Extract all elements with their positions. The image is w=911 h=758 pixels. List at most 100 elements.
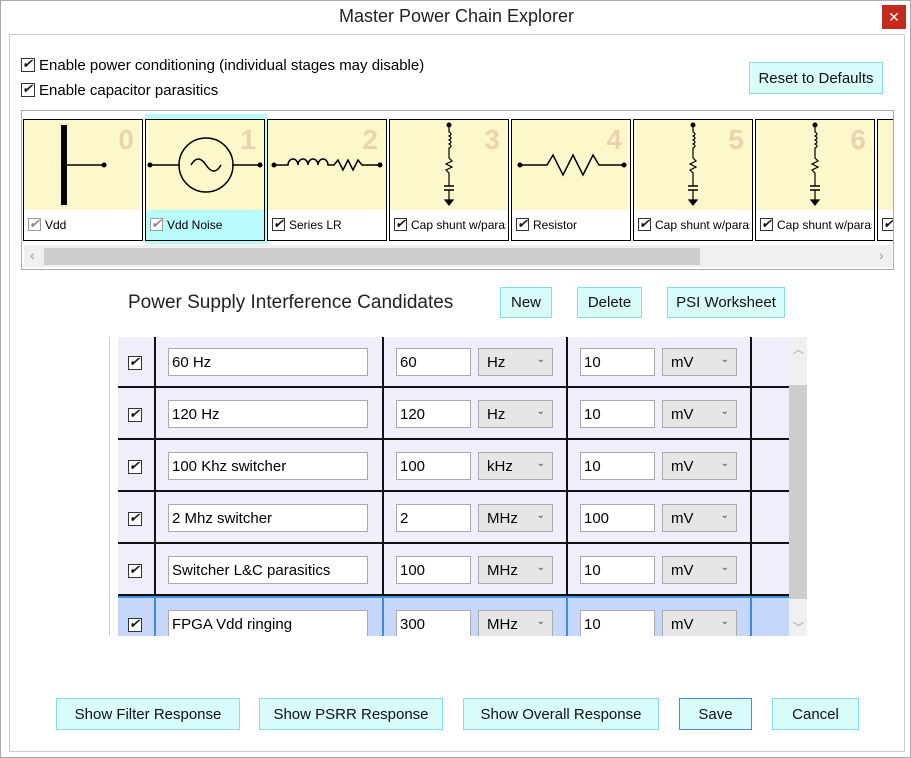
frequency-cell: 120 Hz ⌄: [382, 388, 566, 438]
checkbox-icon: [128, 458, 142, 474]
checkbox-icon: [21, 81, 35, 98]
stage-enable-checkbox[interactable]: Series LR: [272, 217, 384, 232]
name-input[interactable]: 60 Hz: [168, 348, 368, 376]
stage-card[interactable]: 4 Resistor: [511, 119, 631, 241]
unit-value: mV: [671, 354, 694, 371]
frequency-unit-select[interactable]: MHz ⌄: [478, 556, 553, 584]
amplitude-unit-select[interactable]: mV ⌄: [662, 400, 737, 428]
table-row[interactable]: FPGA Vdd ringing 300 MHz ⌄ 10 mV ⌄: [118, 596, 789, 636]
scroll-down-icon[interactable]: ﹀: [793, 619, 804, 635]
close-button[interactable]: ✕: [882, 5, 906, 29]
chevron-down-icon: ⌄: [536, 616, 545, 627]
frequency-unit-select[interactable]: MHz ⌄: [478, 504, 553, 532]
name-input[interactable]: 120 Hz: [168, 400, 368, 428]
reset-to-defaults-button[interactable]: Reset to Defaults: [749, 62, 883, 94]
frequency-unit-select[interactable]: MHz ⌄: [478, 610, 553, 636]
scroll-right-icon[interactable]: ›: [879, 247, 884, 263]
unit-value: MHz: [487, 616, 518, 633]
scroll-up-icon[interactable]: ︿: [793, 341, 804, 357]
name-input[interactable]: FPGA Vdd ringing: [168, 610, 368, 636]
checkbox-icon: [128, 562, 142, 578]
stage-card[interactable]: 5 Cap shunt w/paras: [633, 119, 753, 241]
show-psrr-response-button[interactable]: Show PSRR Response: [259, 698, 443, 730]
enabled-checkbox[interactable]: [128, 354, 142, 372]
enable-power-conditioning-checkbox[interactable]: Enable power conditioning (individual st…: [21, 56, 424, 74]
stage-enable-checkbox[interactable]: Vdd Noise: [150, 217, 262, 232]
amplitude-unit-select[interactable]: mV ⌄: [662, 610, 737, 636]
amplitude-cell: 100 mV ⌄: [566, 492, 750, 542]
stage-enable-checkbox[interactable]: [882, 217, 893, 232]
frequency-cell: 300 MHz ⌄: [382, 598, 566, 636]
frequency-input[interactable]: 100: [396, 452, 471, 480]
cancel-button[interactable]: Cancel: [772, 698, 859, 730]
delete-button[interactable]: Delete: [577, 287, 642, 318]
amplitude-cell: 10 mV ⌄: [566, 440, 750, 490]
frequency-input[interactable]: 120: [396, 400, 471, 428]
frequency-unit-select[interactable]: Hz ⌄: [478, 348, 553, 376]
table-row[interactable]: 100 Khz switcher 100 kHz ⌄ 10 mV ⌄: [118, 440, 789, 492]
psi-worksheet-button[interactable]: PSI Worksheet: [667, 287, 785, 318]
stage-card[interactable]: 6 Cap shunt w/paras: [755, 119, 875, 241]
new-button[interactable]: New: [500, 287, 552, 318]
chevron-down-icon: ⌄: [536, 354, 545, 365]
stage-card[interactable]: 1 Vdd Noise: [145, 119, 265, 241]
enabled-checkbox[interactable]: [128, 562, 142, 580]
frequency-input[interactable]: 100: [396, 556, 471, 584]
unit-value: Hz: [487, 354, 506, 371]
amplitude-input[interactable]: 10: [580, 610, 655, 636]
stage-card[interactable]: 3 Cap shunt w/paras: [389, 119, 509, 241]
amplitude-unit-select[interactable]: mV ⌄: [662, 348, 737, 376]
scrollbar-thumb[interactable]: [44, 248, 700, 265]
stage-enable-checkbox[interactable]: Cap shunt w/paras: [638, 217, 750, 232]
stage-index: 5: [728, 124, 744, 155]
name-input[interactable]: Switcher L&C parasitics: [168, 556, 368, 584]
frequency-unit-select[interactable]: Hz ⌄: [478, 400, 553, 428]
stage-enable-checkbox[interactable]: Cap shunt w/paras: [760, 217, 872, 232]
stage-card[interactable]: 2 Series LR: [267, 119, 387, 241]
table-row[interactable]: 2 Mhz switcher 2 MHz ⌄ 100 mV ⌄: [118, 492, 789, 544]
table-row[interactable]: Switcher L&C parasitics 100 MHz ⌄ 10 mV ⌄: [118, 544, 789, 596]
amplitude-input[interactable]: 10: [580, 556, 655, 584]
amplitude-input[interactable]: 10: [580, 452, 655, 480]
table-row[interactable]: 120 Hz 120 Hz ⌄ 10 mV ⌄: [118, 388, 789, 440]
stage-diagram: 0: [24, 120, 142, 210]
table-row[interactable]: 60 Hz 60 Hz ⌄ 10 mV ⌄: [118, 337, 789, 388]
amplitude-unit-select[interactable]: mV ⌄: [662, 504, 737, 532]
horizontal-scrollbar[interactable]: ‹ ›: [24, 245, 892, 267]
frequency-input[interactable]: 60: [396, 348, 471, 376]
name-input[interactable]: 100 Khz switcher: [168, 452, 368, 480]
stage-card[interactable]: [877, 119, 893, 241]
stage-enable-checkbox[interactable]: Vdd: [28, 217, 140, 232]
frequency-unit-select[interactable]: kHz ⌄: [478, 452, 553, 480]
amplitude-input[interactable]: 10: [580, 348, 655, 376]
amplitude-unit-select[interactable]: mV ⌄: [662, 556, 737, 584]
vertical-scrollbar[interactable]: ︿ ﹀: [789, 337, 807, 636]
chevron-down-icon: ⌄: [720, 510, 729, 521]
stage-label: Series LR: [289, 217, 342, 232]
name-input[interactable]: 2 Mhz switcher: [168, 504, 368, 532]
enabled-checkbox[interactable]: [128, 510, 142, 528]
enabled-checkbox[interactable]: [128, 458, 142, 476]
stage-diagram: 3: [390, 120, 508, 210]
stage-enable-checkbox[interactable]: Cap shunt w/paras: [394, 217, 506, 232]
stage-label: Cap shunt w/paras: [411, 217, 506, 232]
chevron-down-icon: ⌄: [720, 354, 729, 365]
frequency-cell: 100 kHz ⌄: [382, 440, 566, 490]
enable-capacitor-parasitics-checkbox[interactable]: Enable capacitor parasitics: [21, 81, 218, 99]
scrollbar-thumb[interactable]: [789, 385, 807, 599]
stage-card[interactable]: 0 Vdd: [23, 119, 143, 241]
amplitude-input[interactable]: 10: [580, 400, 655, 428]
show-overall-response-button[interactable]: Show Overall Response: [463, 698, 659, 730]
show-filter-response-button[interactable]: Show Filter Response: [56, 698, 240, 730]
enabled-checkbox[interactable]: [128, 616, 142, 634]
amplitude-input[interactable]: 100: [580, 504, 655, 532]
frequency-input[interactable]: 300: [396, 610, 471, 636]
scroll-left-icon[interactable]: ‹: [30, 247, 35, 263]
amplitude-unit-select[interactable]: mV ⌄: [662, 452, 737, 480]
save-button[interactable]: Save: [679, 698, 752, 730]
stage-enable-checkbox[interactable]: Resistor: [516, 217, 628, 232]
frequency-input[interactable]: 2: [396, 504, 471, 532]
stage-diagram: 4: [512, 120, 630, 210]
stage-diagram: 5: [634, 120, 752, 210]
enabled-checkbox[interactable]: [128, 406, 142, 424]
